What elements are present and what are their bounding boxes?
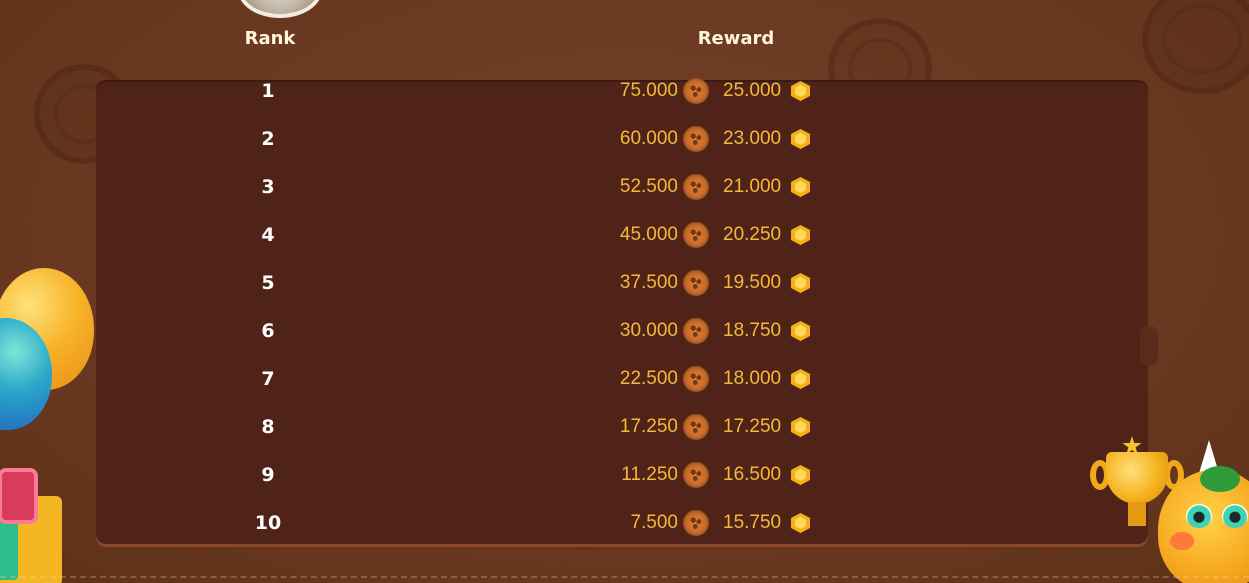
table-row: 2 60.000 23.000: [0, 116, 1249, 164]
table-row: 4 45.000 20.250: [0, 212, 1249, 260]
table-row: 3 52.500 21.000: [0, 164, 1249, 212]
table-row: 9 11.250 16.500: [0, 452, 1249, 500]
table-row: 5 37.500 19.500: [0, 260, 1249, 308]
rank-number: 4: [261, 224, 275, 246]
coin-reward-amount: 25.000: [723, 80, 782, 101]
rewards-table: 1 75.000 25.000 2 60.000 23.000 3 52.500…: [0, 68, 1249, 548]
cookie-reward-amount: 11.250: [621, 464, 678, 485]
cookie-reward-amount: 7.500: [630, 512, 678, 533]
coin-reward-amount: 18.000: [723, 368, 782, 389]
coin-icon: [791, 129, 810, 149]
coin-reward-amount: 21.000: [723, 176, 782, 197]
table-row: 1 75.000 25.000: [0, 68, 1249, 116]
rank-number: 9: [261, 464, 275, 486]
coin-reward-amount: 16.500: [723, 464, 782, 485]
cookie-icon: [683, 462, 709, 488]
coin-reward-amount: 15.750: [723, 512, 782, 533]
coin-reward-amount: 17.250: [723, 416, 782, 437]
coin-reward-amount: 18.750: [723, 320, 782, 341]
cookie-icon: [683, 126, 709, 152]
medal-icon: [238, 0, 322, 18]
cookie-icon: [683, 222, 709, 248]
coin-icon: [791, 513, 810, 533]
rank-number: 5: [261, 272, 275, 294]
rank-column-header: Rank: [244, 28, 296, 49]
reward-column-header: Reward: [697, 28, 775, 49]
coin-icon: [791, 417, 810, 437]
cookie-reward-amount: 37.500: [619, 272, 678, 293]
coin-icon: [791, 465, 810, 485]
cookie-icon: [683, 510, 709, 536]
cookie-icon: [683, 366, 709, 392]
coin-icon: [791, 369, 810, 389]
coin-reward-amount: 20.250: [723, 224, 782, 245]
leaderboard-rewards-screen: Rank Reward 1 75.000 25.000 2 60.000 23.…: [0, 0, 1249, 583]
table-row: 10 7.500 15.750: [0, 500, 1249, 548]
cookie-reward-amount: 45.000: [619, 224, 678, 245]
rank-number: 2: [261, 128, 275, 150]
cookie-reward-amount: 17.250: [619, 416, 678, 437]
cookie-icon: [683, 78, 709, 104]
cookie-reward-amount: 75.000: [619, 80, 678, 101]
cookie-reward-amount: 60.000: [619, 128, 678, 149]
mascot-character: [1140, 440, 1249, 583]
table-row: 8 17.250 17.250: [0, 404, 1249, 452]
cookie-reward-amount: 22.500: [619, 368, 678, 389]
table-row: 6 30.000 18.750: [0, 308, 1249, 356]
gift-box-icon: [0, 468, 78, 583]
rank-number: 7: [261, 368, 275, 390]
coin-reward-amount: 19.500: [723, 272, 782, 293]
coin-reward-amount: 23.000: [723, 128, 782, 149]
coin-icon: [791, 177, 810, 197]
coin-icon: [791, 321, 810, 341]
cookie-icon: [683, 318, 709, 344]
coin-icon: [791, 81, 810, 101]
cookie-icon: [683, 270, 709, 296]
rank-number: 6: [261, 320, 275, 342]
rank-number: 8: [261, 416, 275, 438]
table-row: 7 22.500 18.000: [0, 356, 1249, 404]
cookie-reward-amount: 30.000: [619, 320, 678, 341]
cookie-icon: [683, 414, 709, 440]
cookie-icon: [683, 174, 709, 200]
divider: [0, 576, 1249, 578]
coin-icon: [791, 273, 810, 293]
rank-number: 1: [261, 80, 275, 102]
rank-number: 10: [254, 512, 282, 534]
coin-icon: [791, 225, 810, 245]
cookie-reward-amount: 52.500: [619, 176, 678, 197]
rank-number: 3: [261, 176, 275, 198]
